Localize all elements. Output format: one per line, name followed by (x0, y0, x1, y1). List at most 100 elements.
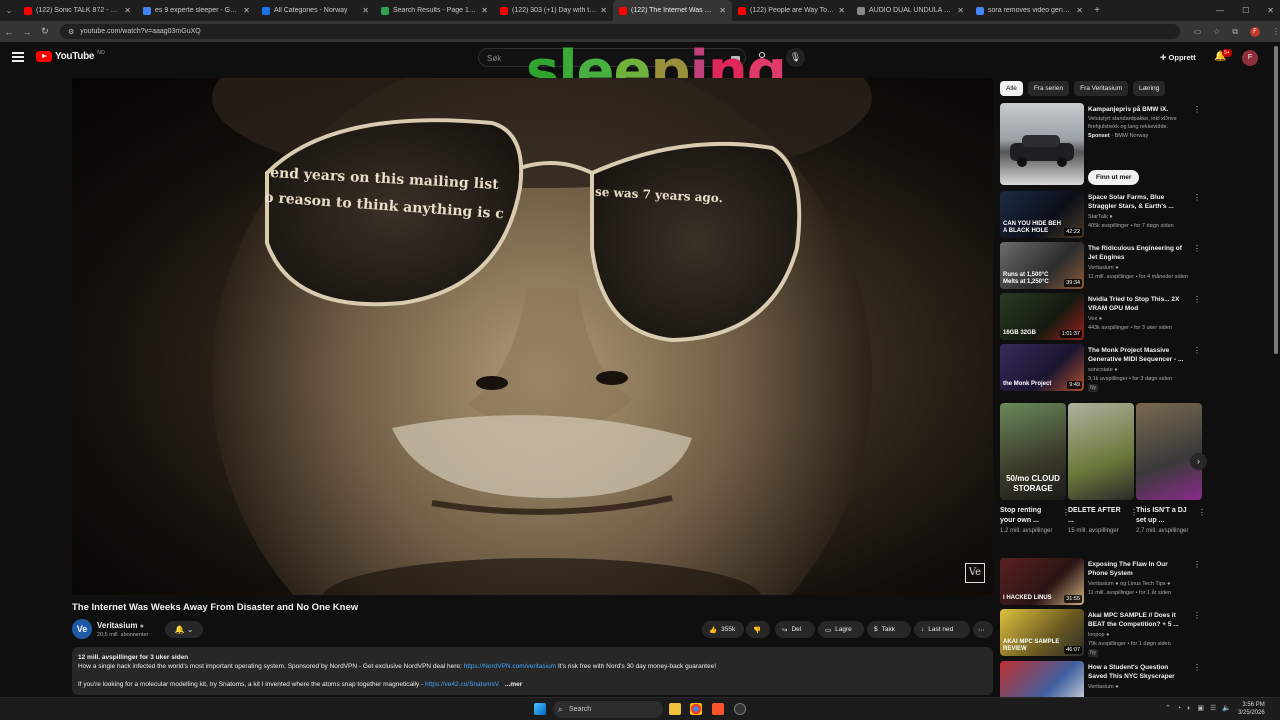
tab-close-icon[interactable]: ✕ (600, 6, 607, 15)
ad-menu-icon[interactable]: ⋮ (1193, 105, 1201, 114)
page-scrollbar[interactable] (1274, 46, 1278, 354)
bookmark-star-icon[interactable]: ☆ (1213, 27, 1220, 36)
video-card-channel[interactable]: StarTalk ● (1088, 213, 1203, 221)
browser-tab[interactable]: (122) The Internet Was Wee ✕ (613, 0, 732, 21)
browser-tab[interactable]: (122) 303 (+1) Day with the DA✕ (494, 0, 613, 21)
video-card-menu-icon[interactable]: ⋮ (1193, 611, 1201, 620)
browser-tab[interactable]: Search Results - Page 1 - "dual ✕ (375, 0, 494, 21)
cast-icon[interactable]: ▭ (1194, 27, 1202, 36)
video-thumbnail[interactable]: CAN YOU HIDE BEH A BLACK HOLE 42:22 (1000, 191, 1084, 238)
clock[interactable]: 3:56 PM 3/25/2026 (1238, 701, 1265, 717)
taskbar-search[interactable]: ⌕ Search (553, 701, 663, 718)
short-thumbnail[interactable]: 50/mo CLOUD STORAGE (1000, 403, 1066, 500)
video-card-channel[interactable]: Veritasium ● (1088, 683, 1203, 691)
create-button[interactable]: + Opprett (1160, 52, 1196, 64)
tab-close-icon[interactable]: ✕ (838, 6, 845, 15)
windows-start-icon[interactable] (534, 703, 546, 715)
channel-avatar[interactable]: Ve (72, 619, 92, 639)
thanks-button[interactable]: $ Takk (867, 621, 911, 638)
filter-chip[interactable]: Fra serien (1027, 81, 1070, 96)
chrome-icon[interactable] (690, 703, 702, 715)
minimize-icon[interactable]: — (1216, 6, 1224, 15)
browser-tab[interactable]: (122) Sonic TALK 872 - Nadia Sl ✕ (18, 0, 137, 21)
video-thumbnail[interactable]: 16GB 32GB 1:01:37 (1000, 293, 1084, 340)
file-explorer-icon[interactable] (669, 703, 681, 715)
short-card[interactable]: 50/mo CLOUD STORAGE Stop renting your own… (1000, 403, 1070, 536)
video-player[interactable]: end years on this mailing list o reason … (72, 78, 993, 595)
tab-close-icon[interactable]: ✕ (362, 6, 369, 15)
save-button[interactable]: ▭ Lagre (818, 621, 864, 638)
tab-close-icon[interactable]: ✕ (243, 6, 250, 15)
video-card-menu-icon[interactable]: ⋮ (1193, 663, 1201, 672)
tray-app-icon[interactable]: ◔ (1177, 705, 1187, 712)
video-thumbnail[interactable]: the Monk Project 9:49 (1000, 344, 1084, 391)
short-thumbnail[interactable] (1136, 403, 1202, 500)
app-icon[interactable] (734, 703, 746, 715)
tab-close-icon[interactable]: ✕ (124, 6, 131, 15)
related-video-card[interactable]: the Monk Project 9:49 The Monk Project Mas… (1000, 344, 1205, 392)
filter-chip[interactable]: Alle (1000, 81, 1023, 96)
video-card-channel[interactable]: loopop ● (1088, 631, 1203, 639)
channel-watermark[interactable]: Ve (965, 563, 985, 583)
description-box[interactable]: 12 mill. avspillinger for 3 uker siden H… (72, 647, 993, 695)
video-thumbnail[interactable]: AKAI MPC SAMPLE REVIEW 46:07 (1000, 609, 1084, 656)
filter-chip[interactable]: Fra Veritasium (1074, 81, 1129, 96)
reload-icon[interactable]: ↻ (36, 26, 54, 37)
like-button[interactable]: 👍 355k (702, 621, 744, 638)
dislike-button[interactable]: 👎 (746, 621, 770, 638)
browser-tab[interactable]: AUDIO DUAL UNDULA OSCILL ✕ (851, 0, 970, 21)
browser-tab[interactable]: All Categories - Norway ✕ (256, 0, 375, 21)
tab-close-icon[interactable]: ✕ (957, 6, 964, 15)
video-card-menu-icon[interactable]: ⋮ (1193, 560, 1201, 569)
brave-icon[interactable] (712, 703, 724, 715)
url-field[interactable]: ⚙ youtube.com/watch?v=aaag03mGuXQ (60, 24, 1180, 39)
tab-close-icon[interactable]: ✕ (1076, 6, 1083, 15)
related-video-card[interactable]: AKAI MPC SAMPLE REVIEW 46:07 Akai MPC SAMP… (1000, 609, 1205, 657)
ad-thumbnail[interactable] (1000, 103, 1084, 185)
site-info-icon[interactable]: ⚙ (68, 28, 74, 36)
video-card-channel[interactable]: Veritasium ● (1088, 264, 1203, 272)
related-video-card[interactable]: I HACKED LINUS 31:55 Exposing The Flaw In … (1000, 558, 1205, 606)
forward-icon[interactable]: → (18, 27, 36, 37)
share-button[interactable]: ↪ Del (775, 621, 815, 638)
tray-chevron-icon[interactable]: ⌃ (1165, 705, 1177, 712)
short-card[interactable]: This ISN'T a DJ set up ... 2,7 mill. avsp… (1136, 403, 1206, 536)
related-video-card[interactable]: Runs at 1,500°C Melts at 1,250°C 39:34 The… (1000, 242, 1205, 290)
video-card-channel[interactable]: Vex ● (1088, 315, 1203, 323)
browser-tab[interactable]: es 9 experte sleeper - Google S ✕ (137, 0, 256, 21)
youtube-logo[interactable]: YouTube NO (36, 50, 105, 62)
video-card-menu-icon[interactable]: ⋮ (1193, 346, 1201, 355)
voice-search-icon[interactable]: 🎙 (786, 48, 805, 67)
video-card-channel[interactable]: sonicstate ● (1088, 366, 1203, 374)
short-card[interactable]: DELETE AFTER ... 15 mill. avspillinger ⋮ (1068, 403, 1138, 536)
account-avatar[interactable]: F (1242, 50, 1258, 66)
ad-cta-button[interactable]: Finn ut mer (1088, 170, 1140, 185)
extensions-icon[interactable]: ⧉ (1232, 27, 1238, 37)
short-menu-icon[interactable]: ⋮ (1198, 508, 1206, 517)
short-thumbnail[interactable] (1068, 403, 1134, 500)
tab-close-icon[interactable]: ✕ (719, 6, 726, 15)
browser-tab[interactable]: (122) People are Way Too Crea ✕ (732, 0, 851, 21)
channel-name[interactable]: Veritasium ● (97, 621, 144, 630)
video-card-menu-icon[interactable]: ⋮ (1193, 193, 1201, 202)
maximize-icon[interactable]: ☐ (1242, 6, 1249, 15)
filter-chip[interactable]: Læring (1133, 81, 1166, 96)
browser-menu-icon[interactable]: ⋮ (1272, 27, 1280, 36)
video-card-channel[interactable]: Veritasium ● og Linus Tech Tips ● (1088, 580, 1203, 588)
video-thumbnail[interactable]: Runs at 1,500°C Melts at 1,250°C 39:34 (1000, 242, 1084, 289)
nordvpn-link[interactable]: https://NordVPN.com/veritasium (464, 663, 556, 670)
close-window-icon[interactable]: ✕ (1267, 6, 1274, 15)
download-button[interactable]: ↓ Last ned (914, 621, 970, 638)
hamburger-menu-icon[interactable] (12, 52, 24, 62)
shorts-next-arrow-icon[interactable]: › (1190, 453, 1207, 470)
show-more-link[interactable]: ...mer (505, 681, 522, 688)
tray-app-icon-3[interactable]: ▣ (1197, 705, 1210, 712)
tab-search-icon[interactable]: ⌄ (0, 0, 18, 21)
video-card-menu-icon[interactable]: ⋮ (1193, 244, 1201, 253)
subscribed-bell-button[interactable]: 🔔 ⌄ (165, 621, 203, 638)
video-thumbnail[interactable]: I HACKED LINUS 31:55 (1000, 558, 1084, 605)
more-actions-button[interactable]: ⋯ (973, 621, 993, 638)
snatoms-link[interactable]: https://ve42.co/SnatomsV (425, 681, 499, 688)
tab-close-icon[interactable]: ✕ (481, 6, 488, 15)
new-tab-button[interactable]: + (1089, 5, 1105, 16)
